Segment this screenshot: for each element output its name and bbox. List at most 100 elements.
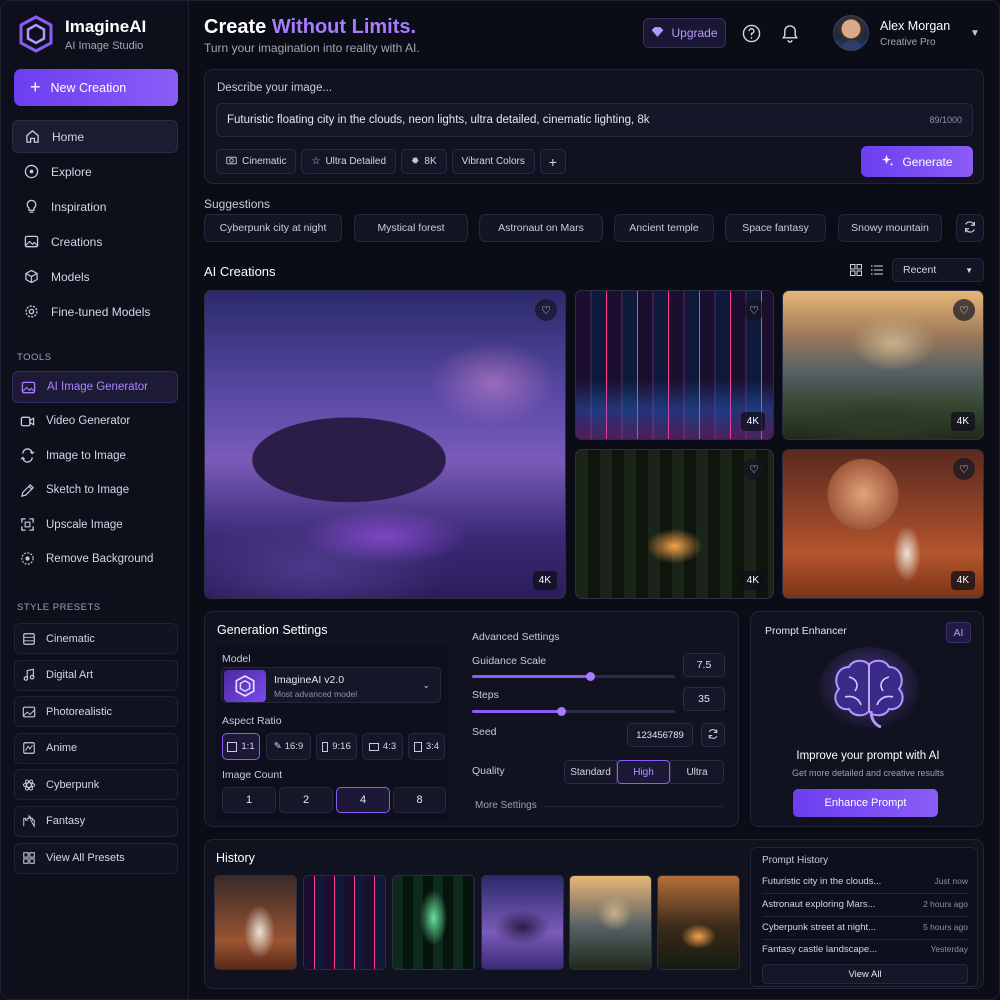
slider-fill — [472, 675, 590, 678]
history-thumbnail[interactable] — [214, 875, 297, 970]
quality-option-ultra[interactable]: Ultra — [670, 760, 724, 784]
sidebar-item-inspiration[interactable]: Inspiration — [12, 190, 178, 223]
chip-cinematic[interactable]: Cinematic — [216, 149, 297, 174]
quality-option-standard[interactable]: Standard — [564, 760, 617, 784]
upgrade-button[interactable]: Upgrade — [643, 18, 726, 48]
sidebar-item-creations[interactable]: Creations — [12, 225, 178, 258]
new-creation-button[interactable]: + New Creation — [14, 69, 178, 106]
heart-icon[interactable]: ♡ — [953, 458, 975, 480]
image-count-option[interactable]: 4 — [336, 787, 390, 813]
gear-icon — [22, 303, 40, 321]
preset-fantasy[interactable]: Fantasy — [14, 805, 178, 837]
sidebar-item-label: Creations — [51, 234, 103, 249]
aspect-option-4-3[interactable]: 4:3 — [362, 733, 403, 760]
creation-image-forest-cabin[interactable]: ♡ 4K — [575, 449, 774, 599]
page-title-accent: Without Limits. — [271, 16, 417, 38]
preset-anime[interactable]: Anime — [14, 732, 178, 764]
chip-vibrant-colors[interactable]: Vibrant Colors — [451, 149, 535, 174]
suggestion-chip[interactable]: Astronaut on Mars — [479, 214, 603, 242]
preset-photorealistic[interactable]: Photorealistic — [14, 696, 178, 728]
history-thumbnail[interactable] — [303, 875, 386, 970]
heart-icon[interactable]: ♡ — [743, 458, 765, 480]
resolution-badge: 4K — [950, 571, 975, 590]
creation-image-astronaut-mars[interactable]: ♡ 4K — [782, 449, 984, 599]
heart-icon[interactable]: ♡ — [743, 299, 765, 321]
bell-icon[interactable] — [780, 23, 800, 43]
list-view-icon[interactable] — [871, 264, 883, 279]
prompt-history-row[interactable]: Fantasy castle landscape... Yesterday — [762, 944, 968, 961]
creation-image-fantasy-castle[interactable]: ♡ 4K — [782, 290, 984, 440]
guidance-scale-value[interactable]: 7.5 — [683, 653, 725, 677]
history-thumbnail[interactable] — [657, 875, 740, 970]
creation-image-cyberpunk-street[interactable]: ♡ 4K — [575, 290, 774, 440]
help-icon[interactable] — [741, 23, 761, 43]
aspect-option-16-9[interactable]: ✎ 16:9 — [266, 733, 311, 760]
quality-option-high[interactable]: High — [617, 760, 670, 784]
prompt-history-row[interactable]: Cyberpunk street at night... 5 hours ago — [762, 922, 968, 940]
suggestion-chip[interactable]: Snowy mountain — [838, 214, 942, 242]
main-nav: Home Explore Inspiration Creations Model… — [12, 120, 178, 330]
suggestion-chip[interactable]: Space fantasy — [725, 214, 826, 242]
more-settings-link[interactable]: More Settings — [475, 800, 537, 811]
tool-video-generator[interactable]: Video Generator — [12, 405, 178, 437]
model-select[interactable]: ImagineAI v2.0 Most advanced model ⌄ — [221, 667, 441, 703]
magic-icon — [18, 550, 36, 568]
aspect-option-1-1[interactable]: 1:1 — [222, 733, 260, 760]
heart-icon[interactable]: ♡ — [953, 299, 975, 321]
tool-upscale-image[interactable]: Upscale Image — [12, 509, 178, 541]
grid-view-icon[interactable] — [850, 264, 862, 279]
photo-icon — [21, 704, 37, 720]
preset-view-all[interactable]: View All Presets — [14, 842, 178, 874]
tool-sketch-to-image[interactable]: Sketch to Image — [12, 474, 178, 506]
sidebar-item-fine-tuned-models[interactable]: Fine-tuned Models — [12, 295, 178, 328]
sidebar-item-explore[interactable]: Explore — [12, 155, 178, 188]
guidance-scale-slider[interactable] — [472, 672, 675, 681]
history-thumbnail[interactable] — [569, 875, 652, 970]
preset-cinematic[interactable]: Cinematic — [14, 623, 178, 654]
slider-knob[interactable] — [557, 707, 567, 716]
heart-icon[interactable]: ♡ — [535, 299, 557, 321]
tool-image-to-image[interactable]: Image to Image — [12, 440, 178, 472]
slider-knob[interactable] — [585, 672, 595, 681]
steps-slider[interactable] — [472, 707, 675, 716]
chip-ultra-detailed[interactable]: ☆ Ultra Detailed — [301, 149, 397, 174]
randomize-seed-button[interactable] — [701, 723, 725, 747]
user-profile[interactable]: Alex Morgan Creative Pro — [833, 15, 950, 51]
history-thumbnail[interactable] — [481, 875, 564, 970]
atom-icon — [21, 777, 37, 793]
image-count-option[interactable]: 1 — [222, 787, 276, 813]
sidebar-item-home[interactable]: Home — [12, 120, 178, 153]
refresh-suggestions-button[interactable] — [956, 214, 984, 242]
tool-remove-background[interactable]: Remove Background — [12, 543, 178, 575]
brand[interactable]: ImagineAI AI Image Studio — [19, 15, 146, 53]
sort-dropdown[interactable]: Recent ▼ — [892, 258, 984, 282]
image-count-option[interactable]: 2 — [279, 787, 333, 813]
suggestion-chip[interactable]: Cyberpunk city at night — [204, 214, 342, 242]
seed-input[interactable]: 123456789 — [627, 723, 693, 747]
view-all-history-button[interactable]: View All — [762, 964, 968, 984]
image-count-option[interactable]: 8 — [393, 787, 446, 813]
chevron-down-icon[interactable]: ▼ — [970, 28, 980, 39]
aspect-option-9-16[interactable]: 9:16 — [316, 733, 357, 760]
prompt-input[interactable]: Futuristic floating city in the clouds, … — [216, 103, 973, 137]
add-chip-button[interactable]: + — [539, 149, 566, 174]
history-thumbnail[interactable] — [392, 875, 475, 970]
creation-image-floating-city[interactable]: ♡ 4K — [204, 290, 566, 599]
chip-8k[interactable]: ✹ 8K — [401, 149, 447, 174]
seed-label: Seed — [472, 726, 497, 738]
prompt-history-row[interactable]: Futuristic city in the clouds... Just now — [762, 876, 968, 894]
suggestion-chip[interactable]: Mystical forest — [354, 214, 468, 242]
prompt-history-row[interactable]: Astronaut exploring Mars... 2 hours ago — [762, 899, 968, 917]
steps-value[interactable]: 35 — [683, 687, 725, 711]
aspect-option-3-4[interactable]: 3:4 — [408, 733, 445, 760]
brand-subtitle: AI Image Studio — [65, 39, 144, 52]
generate-button[interactable]: Generate — [861, 146, 973, 177]
prompt-history-text: Fantasy castle landscape... — [762, 944, 878, 955]
enhance-prompt-button[interactable]: Enhance Prompt — [793, 789, 938, 817]
film-icon — [21, 631, 37, 647]
sidebar-item-models[interactable]: Models — [12, 260, 178, 293]
suggestion-chip[interactable]: Ancient temple — [614, 214, 714, 242]
preset-cyberpunk[interactable]: Cyberpunk — [14, 769, 178, 801]
tool-ai-image-generator[interactable]: AI Image Generator — [12, 371, 178, 403]
preset-digital-art[interactable]: Digital Art — [14, 659, 178, 691]
